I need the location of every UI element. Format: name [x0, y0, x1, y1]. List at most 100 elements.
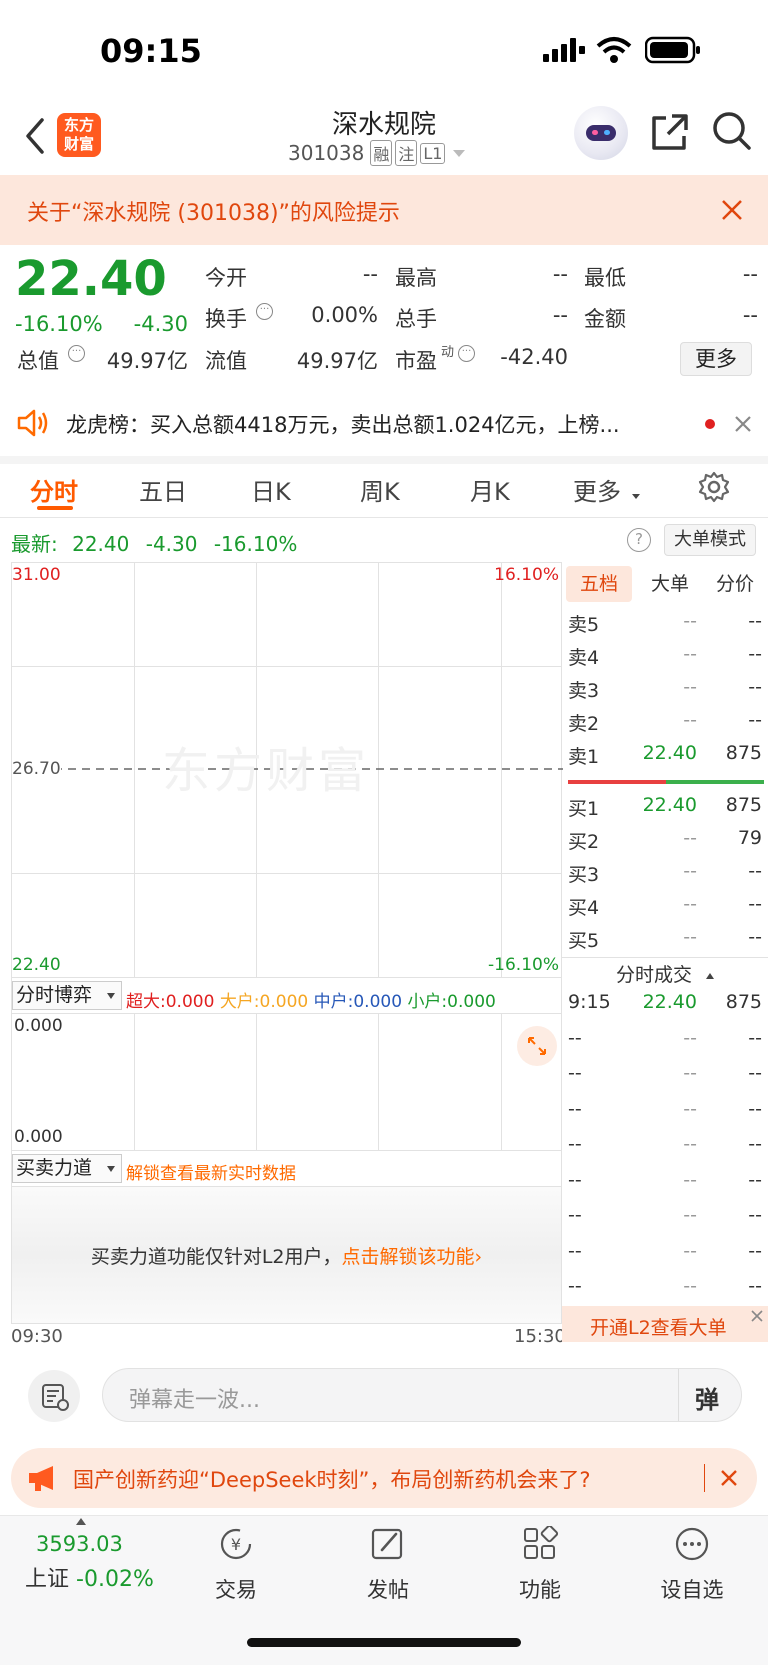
dragon-tiger-notice[interactable]: 龙虎榜：买入总额4418万元，卖出总额1.024亿元，上榜... [0, 390, 768, 458]
trade-volume: -- [748, 1275, 762, 1297]
search-icon[interactable] [711, 110, 753, 154]
more-button[interactable]: 更多 [680, 342, 752, 376]
l2-upgrade-text: 开通L2查看大单 [590, 1317, 727, 1339]
tab-intraday[interactable]: 分时 [30, 472, 78, 507]
bid-volume: -- [748, 926, 762, 948]
stock-code: 301038 [288, 141, 365, 165]
medium-value: 0.000 [353, 992, 403, 1012]
big-order-mode-button[interactable]: 大单模式 [664, 524, 756, 556]
divider [678, 1369, 679, 1421]
bid-row: 买2 -- 79 [562, 827, 768, 859]
ask-level-label: 卖1 [568, 746, 600, 768]
tab-big-orders[interactable]: 大单 [637, 566, 703, 602]
trade-volume: -- [748, 1204, 762, 1226]
bid-level-label: 买1 [568, 798, 600, 820]
low-value: -- [742, 262, 758, 286]
nav-post[interactable]: 发帖 [333, 1526, 443, 1604]
risk-warning-text: 关于“深水规院 (301038)”的风险提示 [27, 201, 400, 226]
info-icon[interactable]: ··· [68, 345, 85, 362]
trade-price: -- [683, 1133, 697, 1155]
help-icon[interactable]: ? [627, 528, 651, 552]
close-icon[interactable] [721, 199, 743, 221]
risk-warning-banner[interactable]: 关于“深水规院 (301038)”的风险提示 [0, 175, 768, 245]
nav-watchlist[interactable]: 设自选 [637, 1526, 747, 1604]
subchart-y-top: 0.000 [14, 1016, 63, 1036]
tab-more[interactable]: 更多 [573, 472, 621, 507]
subchart-force-selector[interactable]: 买卖力道 [12, 1154, 122, 1183]
trades-title: 分时成交 [615, 964, 692, 986]
promo-text: 国产创新药迎“DeepSeek时刻”，布局创新药机会来了? [73, 1468, 591, 1492]
info-icon[interactable]: ··· [458, 345, 475, 362]
intraday-chart[interactable]: 东方财富 31.00 26.70 22.40 16.10% -16.10% [11, 562, 563, 978]
nav-trade[interactable]: ¥ 交易 [181, 1526, 291, 1604]
settings-gear-icon[interactable] [698, 471, 730, 503]
volume-value: -- [552, 303, 568, 327]
ask-level-label: 卖4 [568, 647, 600, 669]
current-price: 22.40 [15, 251, 167, 307]
tab-price-dist[interactable]: 分价 [702, 566, 768, 602]
bid-ask-ratio-bar [568, 780, 764, 784]
ask-row: 卖5 -- -- [562, 610, 768, 642]
trade-time: -- [568, 1097, 582, 1120]
send-danmaku-button[interactable]: 弹 [695, 1380, 719, 1415]
tag-registered: 注 [395, 140, 418, 166]
trade-volume: 875 [725, 991, 762, 1013]
speaker-icon [17, 409, 48, 437]
trade-row: -- -- -- [562, 1133, 768, 1165]
amount-value: -- [742, 303, 758, 327]
close-icon[interactable] [734, 415, 752, 433]
x-axis-start: 09:30 [11, 1326, 63, 1347]
wifi-icon [596, 37, 632, 63]
turnover-label: 换手 [205, 307, 247, 331]
close-icon[interactable] [720, 1469, 738, 1487]
subchart-game[interactable]: 0.000 0.000 [11, 1013, 562, 1151]
comment-settings-icon[interactable] [28, 1370, 80, 1422]
tab-weekly-k[interactable]: 周K [360, 472, 400, 507]
lock-message: 买卖力道功能仅针对L2用户，点击解锁该功能› [12, 1242, 561, 1269]
market-cap-label: 总值 [17, 349, 59, 373]
change-percent: -16.10% [15, 312, 103, 336]
unlock-hint[interactable]: 解锁查看最新实时数据 [126, 1159, 296, 1184]
index-change: -0.02% [76, 1567, 154, 1592]
promo-banner[interactable]: 国产创新药迎“DeepSeek时刻”，布局创新药机会来了? [11, 1448, 757, 1508]
unlock-link[interactable]: 点击解锁该功能 [342, 1246, 475, 1268]
tab-five-day[interactable]: 五日 [139, 472, 187, 507]
trade-volume: -- [748, 1097, 762, 1120]
l2-upgrade-banner[interactable]: 开通L2查看大单 [562, 1306, 768, 1342]
expand-icon[interactable] [517, 1026, 557, 1066]
danmaku-input[interactable]: 弹幕走一波... 弹 [102, 1368, 742, 1422]
bid-volume: 79 [737, 827, 762, 849]
assistant-robot-icon[interactable] [574, 106, 628, 160]
subchart-game-selector[interactable]: 分时博弈 [12, 981, 122, 1010]
megaphone-icon [29, 1466, 53, 1491]
tab-monthly-k[interactable]: 月K [470, 472, 510, 507]
danmaku-placeholder: 弹幕走一波... [129, 1388, 260, 1413]
bid-price: -- [683, 893, 697, 915]
trade-price: 22.40 [642, 991, 697, 1013]
trade-row: -- -- -- [562, 1204, 768, 1236]
ask-volume: -- [748, 643, 762, 665]
market-cap-value: 49.97亿 [106, 349, 188, 373]
small-value: 0.000 [447, 992, 496, 1012]
index-ticker[interactable]: 3593.03 上证 -0.02% [0, 1516, 170, 1616]
stock-code-row[interactable]: 301038 融 注 L1 [288, 138, 466, 168]
trade-row: -- -- -- [562, 1169, 768, 1201]
subchart-game-header: 分时博弈 超大:0.000 大户:0.000 中户:0.000 小户:0.000 [11, 978, 562, 1013]
tab-daily-k[interactable]: 日K [251, 472, 291, 507]
close-icon[interactable] [749, 1308, 765, 1324]
y-axis-top-label: 31.00 [12, 565, 61, 585]
amount-label: 金额 [584, 307, 626, 331]
bid-level-label: 买3 [568, 864, 600, 886]
subchart-force-locked[interactable]: 买卖力道功能仅针对L2用户，点击解锁该功能› [11, 1186, 562, 1324]
subchart-force-header: 买卖力道 解锁查看最新实时数据 [11, 1151, 562, 1186]
share-icon[interactable] [650, 112, 690, 152]
dropdown-caret-icon [107, 1166, 115, 1172]
svg-text:¥: ¥ [231, 1535, 241, 1554]
ask-price: -- [683, 709, 697, 731]
tab-five-level[interactable]: 五档 [566, 566, 632, 602]
trade-time: -- [568, 1133, 582, 1155]
trade-row: -- -- -- [562, 1027, 768, 1059]
nav-functions[interactable]: 功能 [485, 1524, 595, 1604]
trade-time: -- [568, 1062, 582, 1084]
info-icon[interactable]: ··· [256, 303, 273, 320]
